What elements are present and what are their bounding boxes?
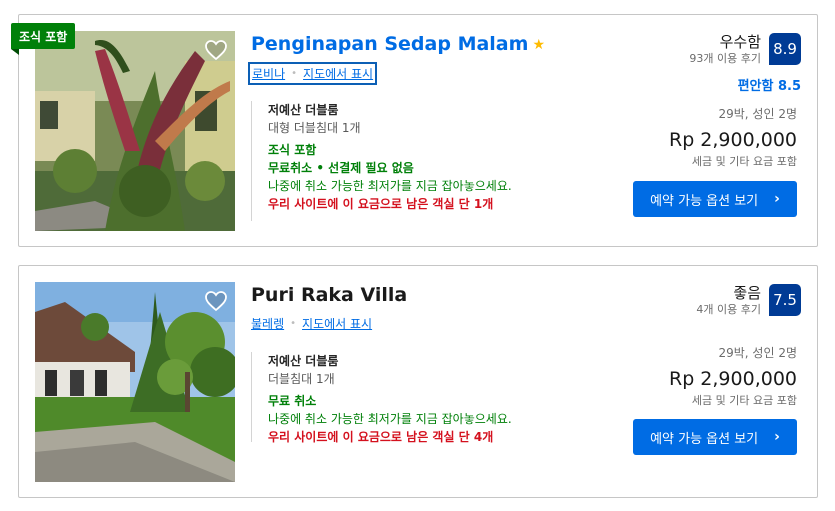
price-block: 29박, 성인 2명 Rp 2,900,000 세금 및 기타 요금 포함: [669, 106, 797, 170]
bed-type: 더블침대 1개: [268, 372, 335, 386]
location-link[interactable]: 로비나: [252, 65, 285, 82]
star-icon: ★: [532, 37, 545, 53]
review-score-text: 우수함 93개 이용 후기: [689, 33, 761, 66]
review-count: 4개 이용 후기: [696, 303, 761, 316]
price: Rp 2,900,000: [669, 129, 797, 151]
scarcity-message: 우리 사이트에 이 요금으로 남은 객실 단 4개: [268, 430, 494, 444]
see-availability-label: 예약 가능 옵션 보기: [650, 193, 759, 209]
review-score-text: 좋음 4개 이용 후기: [696, 284, 761, 317]
review-score[interactable]: 좋음 4개 이용 후기 7.5: [696, 284, 801, 317]
scarcity-message: 우리 사이트에 이 요금으로 남은 객실 단 1개: [268, 197, 494, 211]
room-info: 저예산 더블룸 더블침대 1개 무료 취소 나중에 취소 가능한 최저가를 지금…: [251, 352, 512, 444]
property-name[interactable]: Penginapan Sedap Malam: [251, 33, 528, 55]
taxes-note: 세금 및 기타 요금 포함: [691, 394, 797, 407]
score-badge: 7.5: [769, 284, 801, 316]
property-photo[interactable]: [35, 31, 235, 231]
comfort-score: 편안함 8.5: [737, 79, 801, 94]
location-links: 로비나 • 지도에서 표시: [248, 62, 378, 85]
chevron-right-icon: ›: [774, 429, 780, 445]
show-on-map-link[interactable]: 지도에서 표시: [303, 65, 373, 82]
room-title: 저예산 더블룸: [268, 103, 339, 117]
property-name-link[interactable]: Puri Raka Villa: [251, 284, 407, 306]
separator-dot: •: [291, 68, 298, 79]
price: Rp 2,900,000: [669, 368, 797, 390]
score-word: 우수함: [719, 33, 761, 51]
location-link[interactable]: 불레렝: [251, 315, 284, 332]
separator-dot: •: [290, 318, 297, 329]
meal-info: 조식 포함: [268, 143, 317, 157]
property-name[interactable]: Puri Raka Villa: [251, 284, 407, 306]
property-card: 조식 포함 Penginapan Sedap Malam ★ 로비나 • 지도에서…: [11, 14, 818, 247]
see-availability-button[interactable]: 예약 가능 옵션 보기 ›: [633, 419, 797, 455]
bed-type: 대형 더블침대 1개: [268, 121, 361, 135]
price-lock-note: 나중에 취소 가능한 최저가를 지금 잡아놓으세요.: [268, 412, 512, 426]
property-card: Puri Raka Villa 불레렝 • 지도에서 표시 저예산 더블룸 더블…: [18, 265, 818, 498]
room-title: 저예산 더블룸: [268, 354, 339, 368]
review-count: 93개 이용 후기: [689, 52, 761, 65]
room-info: 저예산 더블룸 대형 더블침대 1개 조식 포함 무료취소 • 선결제 필요 없…: [251, 101, 512, 221]
see-availability-label: 예약 가능 옵션 보기: [650, 431, 759, 447]
property-name-link[interactable]: Penginapan Sedap Malam ★: [251, 33, 545, 55]
breakfast-included-ribbon: 조식 포함: [11, 23, 76, 55]
cancellation-info: 무료취소 • 선결제 필요 없음: [268, 161, 414, 175]
see-availability-button[interactable]: 예약 가능 옵션 보기 ›: [633, 181, 797, 217]
show-on-map-link[interactable]: 지도에서 표시: [302, 315, 372, 332]
property-photo[interactable]: [35, 282, 235, 482]
heart-icon: [205, 291, 227, 312]
chevron-right-icon: ›: [774, 191, 780, 207]
stay-summary: 29박, 성인 2명: [718, 346, 797, 360]
taxes-note: 세금 및 기타 요금 포함: [691, 155, 797, 168]
score-word: 좋음: [733, 284, 761, 302]
heart-icon: [205, 40, 227, 61]
favorite-heart-button[interactable]: [203, 37, 229, 63]
price-lock-note: 나중에 취소 가능한 최저가를 지금 잡아놓으세요.: [268, 179, 512, 193]
review-score[interactable]: 우수함 93개 이용 후기 8.9: [689, 33, 801, 66]
price-block: 29박, 성인 2명 Rp 2,900,000 세금 및 기타 요금 포함: [669, 345, 797, 409]
cancellation-info: 무료 취소: [268, 394, 317, 408]
location-links: 불레렝 • 지도에서 표시: [248, 313, 375, 334]
favorite-heart-button[interactable]: [203, 288, 229, 314]
stay-summary: 29박, 성인 2명: [718, 107, 797, 121]
score-badge: 8.9: [769, 33, 801, 65]
